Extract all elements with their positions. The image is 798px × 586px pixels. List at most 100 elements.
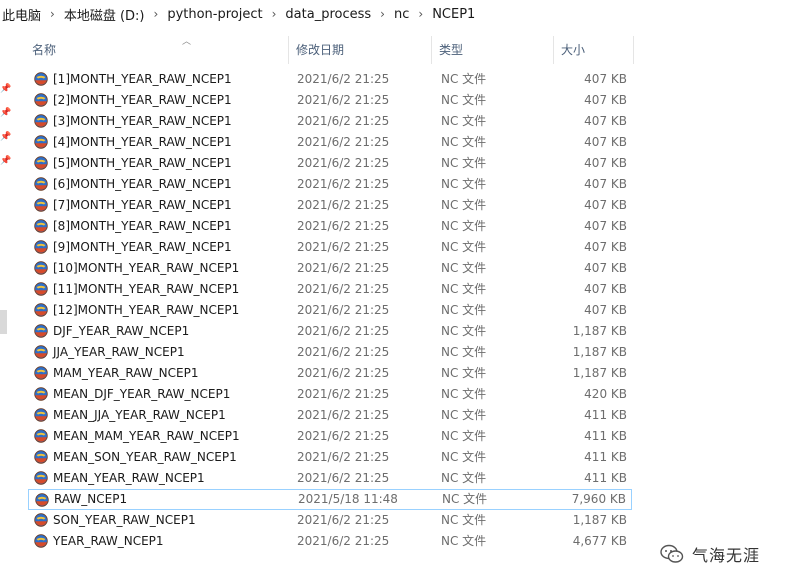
file-size: 407 KB xyxy=(584,219,627,233)
nc-file-icon xyxy=(34,198,48,212)
file-row[interactable]: YEAR_RAW_NCEP1 2021/6/2 21:25 NC 文件 4,677 K… xyxy=(28,531,632,552)
file-name[interactable]: [12]MONTH_YEAR_RAW_NCEP1 xyxy=(53,300,239,321)
file-size: 407 KB xyxy=(584,114,627,128)
file-name[interactable]: [4]MONTH_YEAR_RAW_NCEP1 xyxy=(53,132,232,153)
file-date: 2021/6/2 21:25 xyxy=(297,93,390,107)
nc-file-icon xyxy=(34,303,48,317)
file-name[interactable]: MEAN_MAM_YEAR_RAW_NCEP1 xyxy=(53,426,240,447)
file-date: 2021/6/2 21:25 xyxy=(297,408,390,422)
file-name[interactable]: MAM_YEAR_RAW_NCEP1 xyxy=(53,363,198,384)
file-date: 2021/6/2 21:25 xyxy=(297,471,390,485)
file-date: 2021/6/2 21:25 xyxy=(297,177,390,191)
column-divider[interactable] xyxy=(288,36,289,64)
file-type: NC 文件 xyxy=(441,471,487,485)
column-header-date[interactable]: 修改日期 xyxy=(296,36,344,64)
column-divider[interactable] xyxy=(633,36,634,64)
file-name[interactable]: MEAN_JJA_YEAR_RAW_NCEP1 xyxy=(53,405,226,426)
file-name[interactable]: MEAN_SON_YEAR_RAW_NCEP1 xyxy=(53,447,237,468)
file-name[interactable]: DJF_YEAR_RAW_NCEP1 xyxy=(53,321,189,342)
breadcrumb-chevron-icon[interactable]: › xyxy=(411,7,430,21)
file-row[interactable]: [10]MONTH_YEAR_RAW_NCEP1 2021/6/2 21:25 NC… xyxy=(28,258,632,279)
nc-file-icon xyxy=(34,240,48,254)
file-row[interactable]: MEAN_DJF_YEAR_RAW_NCEP1 2021/6/2 21:25 NC … xyxy=(28,384,632,405)
file-row[interactable]: MEAN_YEAR_RAW_NCEP1 2021/6/2 21:25 NC 文件 41… xyxy=(28,468,632,489)
breadcrumb-chevron-icon[interactable]: › xyxy=(43,7,62,21)
breadcrumb-item[interactable]: 本地磁盘 (D:) xyxy=(62,5,147,24)
file-name[interactable]: [1]MONTH_YEAR_RAW_NCEP1 xyxy=(53,69,232,90)
file-row[interactable]: RAW_NCEP1 2021/5/18 11:48 NC 文件 7,960 KB xyxy=(28,489,632,510)
breadcrumb-item[interactable]: data_process xyxy=(283,7,373,22)
file-size: 4,677 KB xyxy=(572,534,627,548)
file-row[interactable]: DJF_YEAR_RAW_NCEP1 2021/6/2 21:25 NC 文件 1,1… xyxy=(28,321,632,342)
file-row[interactable]: SON_YEAR_RAW_NCEP1 2021/6/2 21:25 NC 文件 1,1… xyxy=(28,510,632,531)
file-name[interactable]: RAW_NCEP1 xyxy=(54,490,127,509)
file-row[interactable]: [4]MONTH_YEAR_RAW_NCEP1 2021/6/2 21:25 NC … xyxy=(28,132,632,153)
file-name[interactable]: [9]MONTH_YEAR_RAW_NCEP1 xyxy=(53,237,232,258)
breadcrumb-chevron-icon[interactable]: › xyxy=(373,7,392,21)
file-date: 2021/6/2 21:25 xyxy=(297,198,390,212)
nc-file-icon xyxy=(34,450,48,464)
column-divider[interactable] xyxy=(431,36,432,64)
pin-icon[interactable]: 📌 xyxy=(0,108,11,118)
breadcrumb-chevron-icon[interactable]: › xyxy=(265,7,284,21)
breadcrumb-item[interactable]: python-project xyxy=(165,7,264,22)
file-size: 420 KB xyxy=(584,387,627,401)
file-size: 407 KB xyxy=(584,261,627,275)
file-row[interactable]: [9]MONTH_YEAR_RAW_NCEP1 2021/6/2 21:25 NC … xyxy=(28,237,632,258)
file-type: NC 文件 xyxy=(441,156,487,170)
file-list: [1]MONTH_YEAR_RAW_NCEP1 2021/6/2 21:25 NC … xyxy=(28,69,632,552)
pin-icon[interactable]: 📌 xyxy=(0,84,11,94)
file-size: 1,187 KB xyxy=(572,345,627,359)
file-row[interactable]: [12]MONTH_YEAR_RAW_NCEP1 2021/6/2 21:25 NC… xyxy=(28,300,632,321)
file-row[interactable]: JJA_YEAR_RAW_NCEP1 2021/6/2 21:25 NC 文件 1,1… xyxy=(28,342,632,363)
file-date: 2021/6/2 21:25 xyxy=(297,219,390,233)
column-header-size[interactable]: 大小 xyxy=(561,36,585,64)
file-name[interactable]: [2]MONTH_YEAR_RAW_NCEP1 xyxy=(53,90,232,111)
file-row[interactable]: MAM_YEAR_RAW_NCEP1 2021/6/2 21:25 NC 文件 1,1… xyxy=(28,363,632,384)
file-name[interactable]: SON_YEAR_RAW_NCEP1 xyxy=(53,510,196,531)
file-name[interactable]: [5]MONTH_YEAR_RAW_NCEP1 xyxy=(53,153,232,174)
file-row[interactable]: MEAN_SON_YEAR_RAW_NCEP1 2021/6/2 21:25 NC … xyxy=(28,447,632,468)
file-name[interactable]: [7]MONTH_YEAR_RAW_NCEP1 xyxy=(53,195,232,216)
file-name[interactable]: [3]MONTH_YEAR_RAW_NCEP1 xyxy=(53,111,232,132)
pin-icon[interactable]: 📌 xyxy=(0,132,11,142)
file-name[interactable]: [11]MONTH_YEAR_RAW_NCEP1 xyxy=(53,279,239,300)
file-name[interactable]: YEAR_RAW_NCEP1 xyxy=(53,531,164,552)
file-name[interactable]: JJA_YEAR_RAW_NCEP1 xyxy=(53,342,185,363)
file-row[interactable]: [8]MONTH_YEAR_RAW_NCEP1 2021/6/2 21:25 NC … xyxy=(28,216,632,237)
breadcrumb-item[interactable]: NCEP1 xyxy=(430,7,477,22)
file-name[interactable]: MEAN_DJF_YEAR_RAW_NCEP1 xyxy=(53,384,230,405)
nc-file-icon xyxy=(34,366,48,380)
breadcrumb-item[interactable]: nc xyxy=(392,7,411,22)
file-row[interactable]: [3]MONTH_YEAR_RAW_NCEP1 2021/6/2 21:25 NC … xyxy=(28,111,632,132)
file-row[interactable]: [11]MONTH_YEAR_RAW_NCEP1 2021/6/2 21:25 NC… xyxy=(28,279,632,300)
file-row[interactable]: [6]MONTH_YEAR_RAW_NCEP1 2021/6/2 21:25 NC … xyxy=(28,174,632,195)
column-header-name[interactable]: 名称 xyxy=(32,36,56,64)
nc-file-icon xyxy=(34,177,48,191)
wechat-icon xyxy=(660,544,684,563)
file-name[interactable]: MEAN_YEAR_RAW_NCEP1 xyxy=(53,468,205,489)
file-name[interactable]: [8]MONTH_YEAR_RAW_NCEP1 xyxy=(53,216,232,237)
nc-file-icon xyxy=(34,471,48,485)
file-row[interactable]: [1]MONTH_YEAR_RAW_NCEP1 2021/6/2 21:25 NC … xyxy=(28,69,632,90)
file-type: NC 文件 xyxy=(441,261,487,275)
file-row[interactable]: [5]MONTH_YEAR_RAW_NCEP1 2021/6/2 21:25 NC … xyxy=(28,153,632,174)
file-type: NC 文件 xyxy=(441,219,487,233)
quick-access-strip: 📌 📌 📌 📌 xyxy=(0,34,11,586)
pin-icon[interactable]: 📌 xyxy=(0,156,11,166)
file-name[interactable]: [10]MONTH_YEAR_RAW_NCEP1 xyxy=(53,258,239,279)
column-divider[interactable] xyxy=(553,36,554,64)
breadcrumb-chevron-icon[interactable]: › xyxy=(147,7,166,21)
file-size: 7,960 KB xyxy=(571,492,626,506)
file-row[interactable]: MEAN_MAM_YEAR_RAW_NCEP1 2021/6/2 21:25 NC … xyxy=(28,426,632,447)
file-row[interactable]: MEAN_JJA_YEAR_RAW_NCEP1 2021/6/2 21:25 NC … xyxy=(28,405,632,426)
file-row[interactable]: [2]MONTH_YEAR_RAW_NCEP1 2021/6/2 21:25 NC … xyxy=(28,90,632,111)
file-date: 2021/6/2 21:25 xyxy=(297,534,390,548)
file-name[interactable]: [6]MONTH_YEAR_RAW_NCEP1 xyxy=(53,174,232,195)
file-row[interactable]: [7]MONTH_YEAR_RAW_NCEP1 2021/6/2 21:25 NC … xyxy=(28,195,632,216)
breadcrumb-item[interactable]: 此电脑 xyxy=(0,5,43,24)
column-header-type[interactable]: 类型 xyxy=(439,36,463,64)
nav-scrollbar-thumb[interactable] xyxy=(0,310,7,334)
file-type: NC 文件 xyxy=(441,450,487,464)
file-type: NC 文件 xyxy=(441,408,487,422)
